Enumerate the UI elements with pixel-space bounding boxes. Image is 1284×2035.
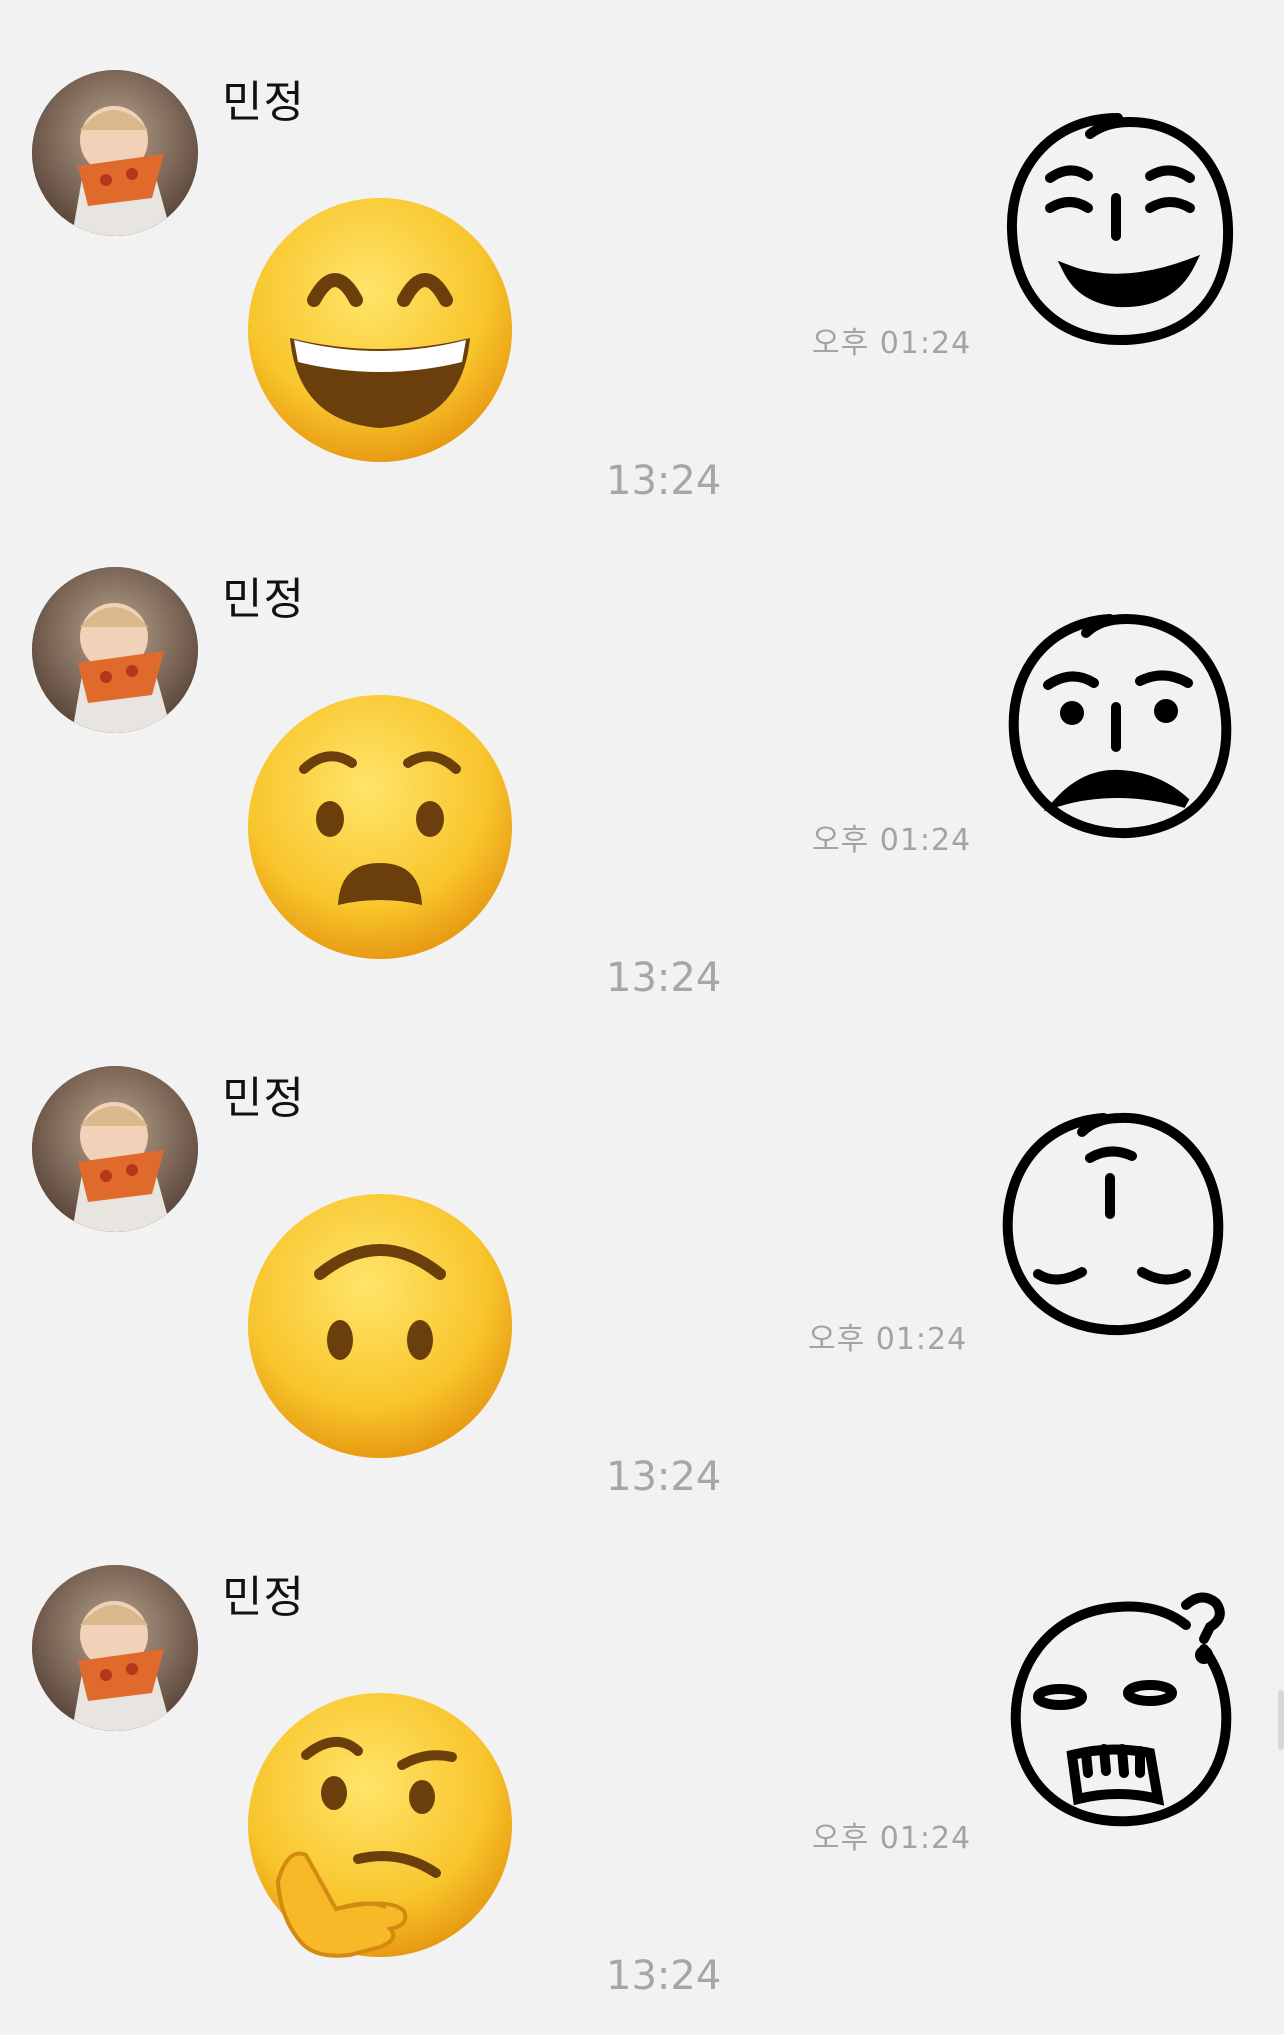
avatar[interactable] (32, 70, 198, 236)
message-row: 민정 13:24 오후 01:24 (0, 1535, 1284, 2035)
upside-down-doodle-face[interactable] (986, 1096, 1246, 1356)
avatar[interactable] (32, 1066, 198, 1232)
smiling-doodle-face[interactable] (990, 100, 1250, 360)
reply-timestamp: 오후 01:24 (812, 326, 972, 361)
grinning-smiling-eyes-emoji[interactable] (240, 190, 520, 470)
sent-timestamp: 13:24 (606, 458, 722, 504)
sender-name: 민정 (222, 574, 305, 625)
sender-name: 민정 (222, 1073, 305, 1124)
sender-name: 민정 (222, 1572, 305, 1623)
sender-name: 민정 (222, 77, 305, 128)
avatar[interactable] (32, 1565, 198, 1731)
sent-timestamp: 13:24 (606, 1953, 722, 1999)
confused-doodle-face[interactable] (990, 1585, 1250, 1845)
scrollbar[interactable] (1278, 1690, 1284, 1750)
avatar[interactable] (32, 567, 198, 733)
thinking-face-emoji[interactable] (240, 1685, 520, 1965)
frowning-open-mouth-emoji[interactable] (240, 687, 520, 967)
upside-down-face-emoji[interactable] (240, 1186, 520, 1466)
reply-timestamp: 오후 01:24 (812, 1821, 972, 1856)
message-row: 민정 13:24 오후 01:24 (0, 537, 1284, 1037)
reply-timestamp: 오후 01:24 (812, 823, 972, 858)
sent-timestamp: 13:24 (606, 1454, 722, 1500)
message-row: 민정 13:24 오후 01:24 (0, 1036, 1284, 1536)
sent-timestamp: 13:24 (606, 955, 722, 1001)
frowning-doodle-face[interactable] (990, 597, 1250, 857)
message-row: 민정 13:24 오후 01:24 (0, 40, 1284, 540)
reply-timestamp: 오후 01:24 (808, 1322, 968, 1357)
